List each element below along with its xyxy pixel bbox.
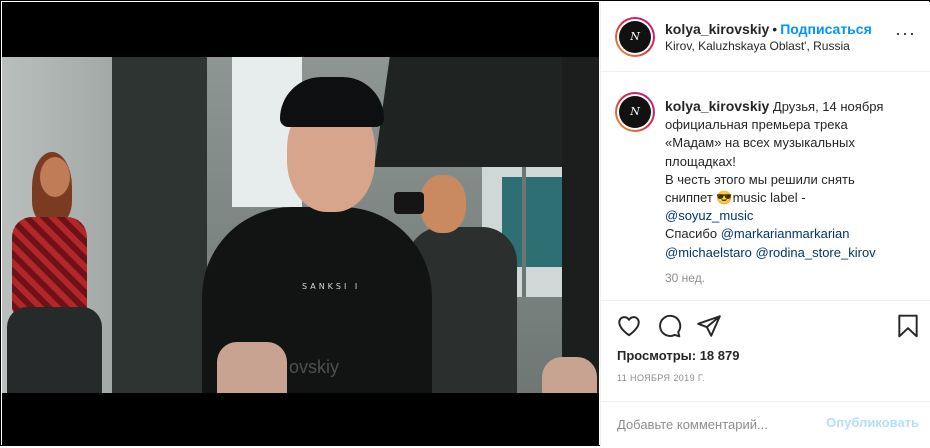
avatar-image: N	[619, 21, 651, 53]
caption-line-6: сниппет	[665, 190, 713, 206]
caption-line-7: music label -	[732, 190, 806, 206]
caption-line-1: Друзья, 14 ноября	[772, 99, 884, 114]
header-separator: •	[772, 21, 778, 37]
more-options-icon[interactable]: ···	[895, 24, 915, 44]
heart-icon[interactable]	[616, 313, 642, 339]
caption-text: kolya_kirovskiy Друзья, 14 ноября официа…	[665, 97, 905, 262]
header-line: kolya_kirovskiy • Подписаться	[665, 21, 872, 37]
caption-timestamp[interactable]: 30 нед.	[665, 271, 705, 285]
caption-username[interactable]: kolya_kirovskiy	[665, 98, 769, 114]
hoodie-print: SANKSI I	[302, 282, 361, 291]
mention-rodina-store[interactable]: @rodina_store_kirov	[756, 245, 876, 260]
video-frame[interactable]: SANKSI I ovskiy	[2, 57, 599, 393]
caption-avatar[interactable]: N	[615, 92, 655, 132]
avatar-border: N	[617, 19, 653, 55]
caption-line-2: официальная премьера трека	[665, 117, 848, 133]
avatar[interactable]: N	[615, 17, 655, 57]
woman-figure-head	[40, 157, 70, 197]
caption-line-5: В честь этого мы решили снять	[665, 171, 855, 187]
header-username[interactable]: kolya_kirovskiy	[665, 21, 769, 37]
caption-thanks: Спасибо	[665, 226, 718, 242]
share-icon[interactable]	[696, 313, 722, 339]
post-date[interactable]: 11 НОЯБРЯ 2019 Г.	[617, 373, 705, 383]
video-player[interactable]: SANKSI I ovskiy	[2, 2, 599, 446]
post-sidebar: N kolya_kirovskiy • Подписаться Kirov, Kal…	[600, 2, 930, 446]
action-bar: Просмотры: 18 879 11 НОЯБРЯ 2019 Г. Опуб…	[601, 300, 930, 448]
post-header: N kolya_kirovskiy • Подписаться Kirov, Kal…	[601, 2, 930, 72]
bookmark-icon[interactable]	[895, 313, 921, 339]
location-link[interactable]: Kirov, Kaluzhskaya Oblast', Russia	[665, 39, 850, 53]
man-cap	[280, 77, 384, 127]
caption-line-3: «Мадам» на всех музыкальных	[665, 135, 855, 151]
studio-drape-right	[562, 57, 599, 393]
post-window: SANKSI I ovskiy N kolya_kirovskiy • Подпис…	[0, 0, 930, 446]
comment-icon[interactable]	[656, 313, 682, 339]
follow-button[interactable]: Подписаться	[780, 21, 872, 37]
video-watermark: ovskiy	[289, 357, 340, 377]
man-hand-left	[217, 342, 287, 393]
caption-avatar-border: N	[617, 94, 653, 130]
mention-soyuz-music[interactable]: @soyuz_music	[665, 208, 753, 223]
post-caption: N kolya_kirovskiy Друзья, 14 ноября офиц…	[601, 72, 930, 302]
photographer-head	[420, 175, 466, 233]
woman-figure-skirt	[7, 307, 102, 393]
caption-line-4: площадках!	[665, 153, 736, 169]
caption-avatar-image: N	[619, 96, 651, 128]
comment-section: Опубликовать	[601, 401, 930, 445]
mention-markarian[interactable]: @markarianmarkarian	[721, 226, 850, 241]
woman-figure-shirt	[12, 217, 87, 317]
camera-icon	[394, 192, 424, 214]
views-count[interactable]: Просмотры: 18 879	[617, 348, 739, 363]
man-hand-right	[542, 357, 597, 393]
comment-input[interactable]	[617, 414, 827, 434]
mention-michaelstaro[interactable]: @michaelstaro	[665, 245, 752, 260]
publish-button[interactable]: Опубликовать	[826, 415, 919, 430]
studio-drape-left	[112, 57, 207, 393]
sunglasses-emoji-icon: 😎	[716, 190, 733, 206]
